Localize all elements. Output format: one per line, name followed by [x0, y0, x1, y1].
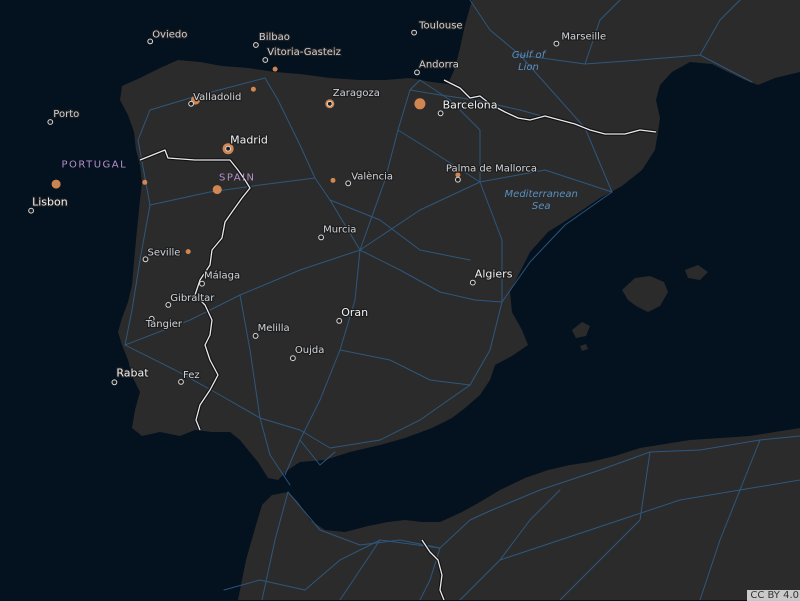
- city-dot: [554, 41, 559, 46]
- city-label[interactable]: Málaga: [204, 270, 240, 282]
- city-dot: [412, 30, 417, 35]
- city-label[interactable]: Porto: [53, 109, 79, 120]
- city-dot: [226, 146, 231, 151]
- city-label[interactable]: Gibraltar: [170, 293, 215, 304]
- city-dot: [200, 281, 205, 286]
- city-dot: [253, 334, 258, 339]
- city-label[interactable]: Murcia: [323, 224, 356, 235]
- city-label[interactable]: Rabat: [116, 366, 149, 379]
- city-label[interactable]: Lisbon: [32, 196, 68, 209]
- city-label[interactable]: Marseille: [561, 32, 606, 43]
- map-attribution[interactable]: CC BY 4.0: [747, 590, 800, 601]
- city-label[interactable]: Zaragoza: [333, 88, 380, 99]
- city-label[interactable]: València: [351, 170, 393, 182]
- city-dot: [327, 101, 332, 106]
- map-canvas[interactable]: Toulouse Marseille Oviedo Bilbao Vitoria-Gas…: [0, 0, 800, 600]
- city-label[interactable]: Madrid: [230, 134, 268, 147]
- city-dot: [112, 380, 117, 385]
- city-label[interactable]: Fez: [183, 370, 200, 381]
- city-label[interactable]: Palma de Mallorca: [446, 164, 537, 175]
- city-label[interactable]: Andorra: [419, 59, 459, 70]
- city-label[interactable]: Oujda: [295, 345, 324, 356]
- city-dot: [470, 280, 475, 285]
- city-label[interactable]: Tangier: [145, 319, 183, 330]
- data-marker[interactable]: [213, 185, 222, 194]
- data-marker[interactable]: [142, 180, 147, 185]
- country-label: PORTUGAL: [62, 160, 128, 171]
- city-label[interactable]: Vitoria-Gasteiz: [267, 47, 341, 58]
- city-label[interactable]: Melilla: [258, 323, 290, 334]
- city-dot: [438, 111, 443, 116]
- data-marker[interactable]: [52, 180, 61, 189]
- city-dot: [254, 43, 259, 48]
- city-dot: [346, 181, 351, 186]
- data-marker[interactable]: [251, 87, 256, 92]
- city-label[interactable]: Bilbao: [259, 32, 290, 43]
- city-dot: [319, 235, 324, 240]
- city-dot: [456, 177, 461, 182]
- city-label[interactable]: Oran: [341, 306, 368, 319]
- data-marker[interactable]: [273, 67, 278, 72]
- country-label: SPAIN: [219, 172, 256, 183]
- data-marker[interactable]: [331, 178, 336, 183]
- city-dot: [415, 70, 420, 75]
- city-dot: [29, 208, 34, 213]
- city-label[interactable]: Toulouse: [418, 21, 462, 32]
- city-label[interactable]: Valladolid: [193, 92, 241, 103]
- city-dot: [291, 356, 296, 361]
- city-dot: [48, 120, 53, 125]
- data-marker[interactable]: [186, 249, 191, 254]
- city-label[interactable]: Algiers: [475, 268, 513, 281]
- data-marker[interactable]: [414, 98, 425, 109]
- city-label[interactable]: Oviedo: [152, 29, 187, 40]
- city-label[interactable]: Barcelona: [443, 98, 498, 111]
- city-dot: [263, 58, 268, 63]
- city-dot: [337, 319, 342, 324]
- city-label[interactable]: Seville: [148, 247, 181, 258]
